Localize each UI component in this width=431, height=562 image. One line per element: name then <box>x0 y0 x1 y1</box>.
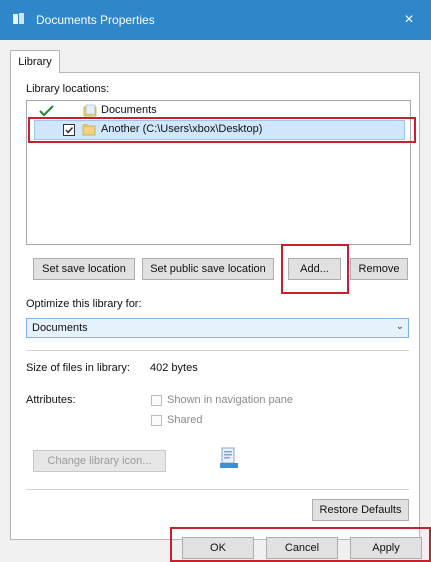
shown-in-navigation-checkbox[interactable] <box>151 395 162 406</box>
attributes-label: Attributes: <box>26 394 76 406</box>
restore-defaults-button[interactable]: Restore Defaults <box>312 499 409 521</box>
divider <box>26 489 409 490</box>
set-public-save-location-button[interactable]: Set public save location <box>142 258 274 280</box>
divider <box>26 350 409 351</box>
tab-library[interactable]: Library <box>10 50 60 73</box>
highlight-selected-location <box>28 117 416 143</box>
folder-icon <box>83 104 97 117</box>
optimize-label: Optimize this library for: <box>26 298 142 310</box>
set-save-location-button[interactable]: Set save location <box>33 258 135 280</box>
library-app-icon <box>13 13 24 24</box>
highlight-footer-buttons <box>170 527 431 562</box>
default-save-location-check-icon <box>39 105 54 117</box>
library-documents-icon <box>220 447 238 468</box>
highlight-add-button <box>281 244 349 294</box>
close-icon[interactable]: × <box>395 6 423 34</box>
optimize-select[interactable]: Documents ⌄ <box>26 318 409 338</box>
shown-in-navigation-label: Shown in navigation pane <box>167 394 293 406</box>
library-locations-label: Library locations: <box>26 83 110 95</box>
shared-checkbox[interactable] <box>151 415 162 426</box>
change-library-icon-button[interactable]: Change library icon... <box>33 450 166 472</box>
list-item-label: Documents <box>101 104 157 116</box>
window-title: Documents Properties <box>36 13 155 27</box>
shared-label: Shared <box>167 414 203 426</box>
size-label: Size of files in library: <box>26 362 130 374</box>
optimize-value: Documents <box>32 322 88 334</box>
size-value: 402 bytes <box>150 362 198 374</box>
title-bar: Documents Properties × <box>0 0 431 40</box>
remove-button[interactable]: Remove <box>350 258 408 280</box>
chevron-down-icon[interactable]: ⌄ <box>396 321 404 332</box>
